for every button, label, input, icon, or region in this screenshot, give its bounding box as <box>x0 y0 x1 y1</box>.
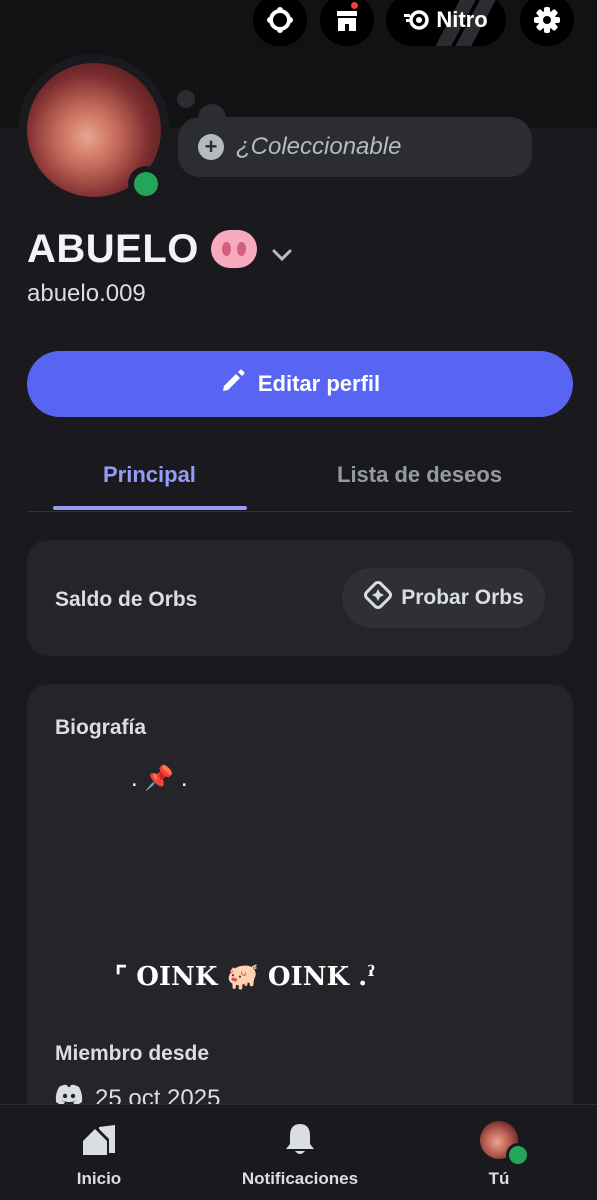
nav-you-label: Tú <box>488 1169 510 1188</box>
nitro-label: Nitro <box>436 7 488 32</box>
nav-home[interactable]: Inicio <box>62 1105 136 1200</box>
nav-notifications-label: Notificaciones <box>241 1169 359 1188</box>
nitro-button[interactable]: Nitro <box>386 0 506 46</box>
tab-principal[interactable]: Principal <box>103 462 196 488</box>
display-name-row[interactable]: ABUELO <box>27 224 293 274</box>
try-orbs-label: Probar Orbs <box>401 586 524 609</box>
pig-nose-emoji <box>210 230 257 268</box>
nav-home-label: Inicio <box>76 1169 122 1188</box>
online-status-indicator <box>128 166 164 202</box>
nav-you[interactable]: Tú <box>464 1105 534 1200</box>
nav-notifications[interactable]: Notificaciones <box>230 1105 370 1200</box>
edit-profile-button[interactable]: Editar perfil <box>27 351 573 417</box>
bell-icon <box>284 1121 316 1159</box>
plus-icon: + <box>198 134 224 160</box>
member-since-title: Miembro desde <box>55 1042 210 1065</box>
bio-text-line: . 📌 . <box>131 765 188 792</box>
bio-title: Biografía <box>55 716 147 739</box>
tab-wishlist[interactable]: Lista de deseos <box>337 462 502 488</box>
nitro-icon <box>404 9 430 31</box>
thought-bubble-dot <box>177 90 195 108</box>
orbs-balance-label: Saldo de Orbs <box>55 588 198 611</box>
edit-profile-label: Editar perfil <box>257 371 381 396</box>
chevron-down-icon <box>271 227 293 272</box>
try-orbs-button[interactable]: Probar Orbs <box>342 568 545 628</box>
pencil-icon <box>220 368 246 400</box>
username: abuelo.009 <box>27 280 146 307</box>
bottom-navigation: Inicio Notificaciones Tú <box>0 1104 597 1200</box>
orb-icon <box>363 580 393 616</box>
home-icon <box>81 1121 117 1159</box>
display-name: ABUELO <box>27 226 199 271</box>
profile-tabs: Principal Lista de deseos <box>27 446 573 512</box>
shop-icon <box>334 7 360 33</box>
bio-text-line: ⌜ OINK 🐖 OINK .ˀ <box>115 962 376 992</box>
online-status-indicator <box>506 1143 530 1167</box>
notification-badge <box>349 0 360 11</box>
gear-icon <box>533 6 561 34</box>
quests-icon <box>267 7 293 33</box>
collectible-placeholder: ¿Coleccionable <box>236 133 402 160</box>
active-tab-indicator <box>53 506 247 510</box>
orbs-card: Saldo de Orbs Probar Orbs <box>27 540 573 656</box>
collectible-bubble[interactable]: + ¿Coleccionable <box>178 117 532 177</box>
